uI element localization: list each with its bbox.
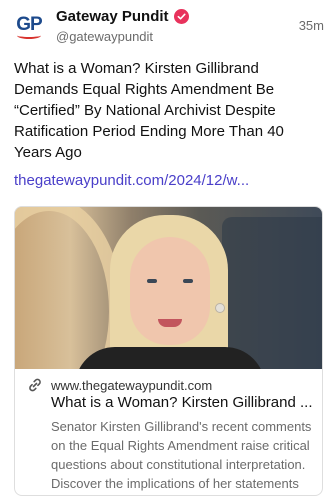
timestamp: 35m [298, 18, 324, 33]
link-card[interactable]: www.thegatewaypundit.com What is a Woman… [14, 206, 323, 496]
link-card-domain-row: www.thegatewaypundit.com [27, 377, 212, 393]
verified-badge-icon [173, 9, 189, 24]
link-card-image [15, 207, 322, 369]
link-card-title[interactable]: What is a Woman? Kirsten Gillibrand ... [51, 394, 313, 411]
post[interactable]: GP Gateway Pundit @gatewaypundit 35m Wha… [0, 0, 335, 500]
link-card-description: Senator Kirsten Gillibrand's recent comm… [51, 419, 312, 491]
avatar-logo-text: GP [16, 13, 42, 35]
link-icon [29, 378, 41, 392]
display-name[interactable]: Gateway Pundit [56, 8, 169, 25]
avatar[interactable]: GP [14, 12, 44, 42]
link-card-domain: www.thegatewaypundit.com [51, 377, 213, 393]
handle[interactable]: @gatewaypundit [56, 29, 153, 44]
name-row: Gateway Pundit [56, 8, 189, 25]
avatar-swoosh [17, 32, 41, 39]
post-link[interactable]: thegatewaypundit.com/2024/12/w... [14, 172, 314, 189]
post-text: What is a Woman? Kirsten Gillibrand Dema… [14, 60, 284, 161]
post-header: GP Gateway Pundit @gatewaypundit 35m [14, 6, 324, 46]
